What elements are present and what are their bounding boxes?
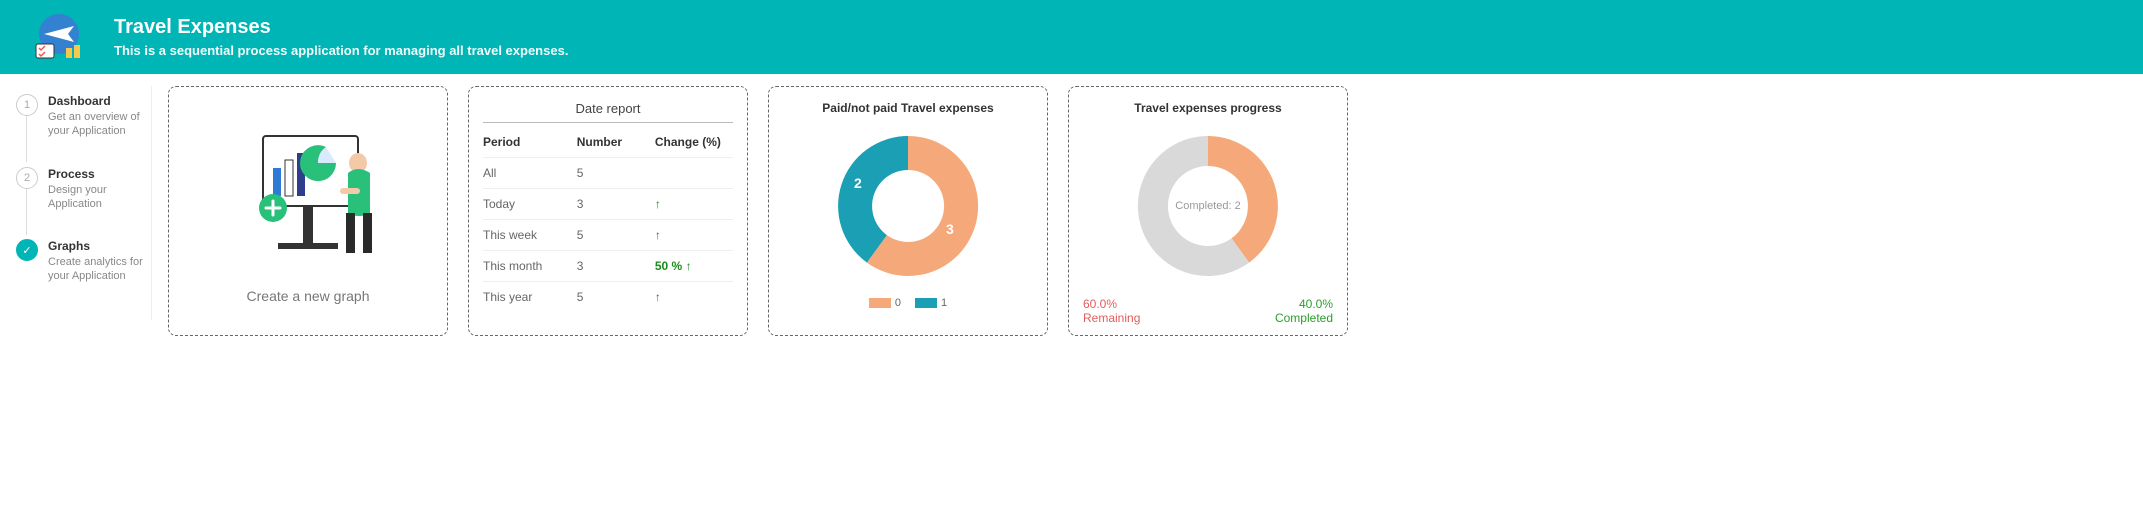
- table-row: Today3↑: [483, 188, 733, 219]
- cell-period: All: [483, 166, 577, 180]
- cell-change: 50 % ↑: [655, 259, 733, 273]
- step-desc: Get an overview of your Application: [48, 110, 147, 139]
- col-header-number: Number: [577, 135, 655, 149]
- paid-chart-card[interactable]: Paid/not paid Travel expenses 2 3 0: [768, 86, 1048, 336]
- legend-swatch-icon: [869, 298, 891, 308]
- step-title: Graphs: [48, 239, 147, 253]
- table-row: This week5↑: [483, 219, 733, 250]
- cell-period: This week: [483, 228, 577, 242]
- check-icon: ✓: [16, 239, 38, 261]
- legend-label: 1: [941, 297, 947, 309]
- up-arrow-icon: ↑: [655, 197, 661, 211]
- cell-number: 5: [577, 228, 655, 242]
- step-desc: Design your Application: [48, 183, 147, 212]
- step-number-icon: 1: [16, 94, 38, 116]
- create-graph-label: Create a new graph: [247, 288, 370, 304]
- date-report-table: Date report Period Number Change (%) All…: [483, 101, 733, 312]
- chart-title: Travel expenses progress: [1134, 101, 1281, 115]
- legend-item: 1: [915, 297, 947, 309]
- date-report-card[interactable]: Date report Period Number Change (%) All…: [468, 86, 748, 336]
- page-title: Travel Expenses: [114, 16, 568, 39]
- cell-change: ↑: [655, 290, 733, 304]
- col-header-change: Change (%): [655, 135, 733, 149]
- step-desc: Create analytics for your Application: [48, 255, 147, 284]
- table-row: This month350 % ↑: [483, 250, 733, 281]
- cell-number: 3: [577, 197, 655, 211]
- legend-swatch-icon: [915, 298, 937, 308]
- chart-title: Paid/not paid Travel expenses: [822, 101, 993, 115]
- cards-row: Create a new graph Date report Period Nu…: [168, 86, 2131, 336]
- app-header: Travel Expenses This is a sequential pro…: [0, 0, 2143, 74]
- paid-donut-chart: 2 3: [818, 121, 998, 291]
- remaining-label: 60.0% Remaining: [1083, 297, 1140, 325]
- table-row: All5: [483, 157, 733, 188]
- sidebar-step-process[interactable]: 2 Process Design your Application: [16, 167, 147, 212]
- cell-change: ↑: [655, 197, 733, 211]
- step-title: Dashboard: [48, 94, 147, 108]
- donut-center-label: Completed: 2: [1175, 200, 1240, 212]
- legend-item: 0: [869, 297, 901, 309]
- chart-legend: 0 1: [869, 297, 947, 309]
- step-number-icon: 2: [16, 167, 38, 189]
- cell-change: ↑: [655, 228, 733, 242]
- col-header-period: Period: [483, 135, 577, 149]
- progress-chart-card[interactable]: Travel expenses progress Completed: 2 60…: [1068, 86, 1348, 336]
- slice-label-paid: 2: [854, 175, 862, 191]
- create-graph-card[interactable]: Create a new graph: [168, 86, 448, 336]
- app-logo: [24, 12, 94, 62]
- wizard-sidebar: 1 Dashboard Get an overview of your Appl…: [12, 86, 152, 320]
- cell-number: 3: [577, 259, 655, 273]
- slice-label-notpaid: 3: [946, 221, 954, 237]
- cell-change: [655, 166, 733, 180]
- table-row: This year5↑: [483, 281, 733, 312]
- report-title: Date report: [483, 101, 733, 116]
- page-subtitle: This is a sequential process application…: [114, 43, 568, 58]
- sidebar-step-dashboard[interactable]: 1 Dashboard Get an overview of your Appl…: [16, 94, 147, 139]
- legend-label: 0: [895, 297, 901, 309]
- step-title: Process: [48, 167, 147, 181]
- cell-period: Today: [483, 197, 577, 211]
- up-arrow-icon: ↑: [655, 290, 661, 304]
- sidebar-step-graphs[interactable]: ✓ Graphs Create analytics for your Appli…: [16, 239, 147, 284]
- progress-donut-chart: Completed: 2: [1118, 121, 1298, 291]
- completed-label: 40.0% Completed: [1275, 297, 1333, 325]
- cell-period: This month: [483, 259, 577, 273]
- create-graph-illustration: [218, 118, 398, 278]
- cell-number: 5: [577, 290, 655, 304]
- cell-period: This year: [483, 290, 577, 304]
- up-arrow-icon: ↑: [655, 228, 661, 242]
- up-arrow-icon: ↑: [686, 259, 692, 273]
- cell-number: 5: [577, 166, 655, 180]
